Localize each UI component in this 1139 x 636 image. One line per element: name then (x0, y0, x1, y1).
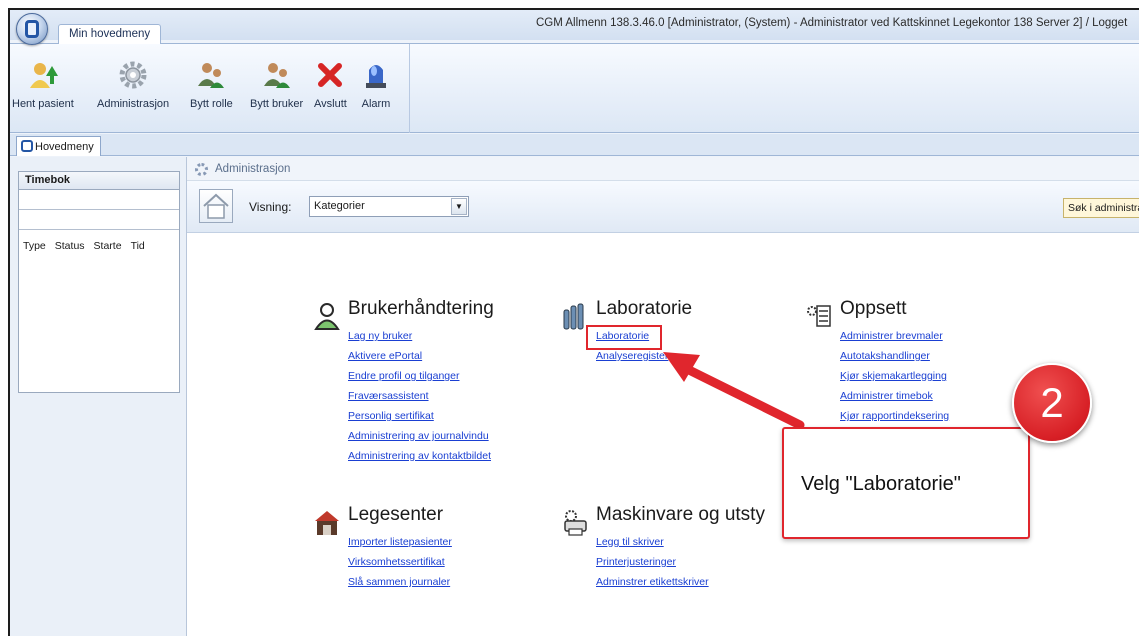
category-title: Oppsett (840, 298, 907, 319)
close-x-icon (318, 63, 343, 87)
app-menu-button[interactable] (16, 13, 48, 45)
visning-value: Kategorier (314, 200, 365, 212)
link-fravaersassistent[interactable]: Fraværsassistent (348, 386, 494, 406)
ribbon-group: Hent pasient Administrasjon Bytt rolle B… (10, 44, 410, 133)
admin-toolbar: Visning: Kategorier ▼ Søk i administra (187, 181, 1139, 233)
link-administrer-timebok[interactable]: Administrer timebok (840, 386, 949, 406)
column-header[interactable]: Starte (94, 240, 122, 252)
users-swap-icon (198, 63, 225, 88)
building-icon (315, 511, 339, 535)
administrasjon-button[interactable]: Administrasjon (97, 60, 169, 110)
avslutt-button[interactable]: Avslutt (314, 60, 347, 110)
bytt-bruker-label: Bytt bruker (250, 98, 304, 110)
timebok-panel: Timebok Type Status Starte Tid (18, 171, 180, 393)
ribbon-tab-min-hovedmeny[interactable]: Min hovedmeny (58, 24, 162, 44)
link-administrering-journalvindu[interactable]: Administrering av journalvindu (348, 426, 494, 446)
title-bar: CGM Allmenn 138.3.46.0 [Administrator, (… (10, 10, 1139, 40)
chevron-down-icon[interactable]: ▼ (451, 198, 467, 215)
category-title: Laboratorie (596, 298, 693, 319)
link-virksomhetssertifikat[interactable]: Virksomhetssertifikat (348, 552, 452, 572)
category-brukerhandtering: Brukerhåndtering Lag ny bruker Aktivere … (314, 298, 494, 466)
bytt-rolle-label: Bytt rolle (190, 98, 233, 110)
administrasjon-label: Administrasjon (97, 98, 170, 110)
column-header[interactable]: Status (55, 240, 85, 252)
panel-title-bar: Administrasjon (187, 157, 1139, 181)
callout-text: Velg "Laboratorie" (801, 473, 961, 495)
link-lag-ny-bruker[interactable]: Lag ny bruker (348, 326, 494, 346)
instruction-callout: Velg "Laboratorie" (782, 427, 1030, 539)
printer-icon (564, 510, 587, 536)
link-importer-listepasienter[interactable]: Importer listepasienter (348, 532, 452, 552)
alarm-label: Alarm (361, 98, 391, 110)
gear-icon (195, 163, 208, 176)
category-title: Legesenter (348, 504, 444, 525)
link-sla-sammen-journaler[interactable]: Slå sammen journaler (348, 572, 452, 592)
user-icon (314, 303, 340, 330)
category-legesenter: Legesenter Importer listepasienter Virks… (315, 504, 452, 592)
link-kjor-skjemakartlegging[interactable]: Kjør skjemakartlegging (840, 366, 949, 386)
link-legg-til-skriver[interactable]: Legg til skriver (596, 532, 765, 552)
timebok-column-headers: Type Status Starte Tid (19, 230, 179, 252)
column-header[interactable]: Type (23, 240, 46, 252)
link-kjor-rapportindeksering[interactable]: Kjør rapportindeksering (840, 406, 949, 426)
bytt-rolle-button[interactable]: Bytt rolle (190, 60, 233, 110)
bytt-bruker-button[interactable]: Bytt bruker (250, 60, 303, 110)
users-swap-icon (263, 63, 290, 88)
document-tabs: Hovedmeny (10, 134, 1139, 156)
test-tubes-icon (563, 303, 584, 330)
step-number-badge: 2 (1012, 363, 1092, 443)
timebok-title: Timebok (19, 172, 179, 190)
category-title: Maskinvare og utsty (596, 504, 765, 525)
timebok-date-field[interactable] (19, 190, 179, 210)
ribbon: Hent pasient Administrasjon Bytt rolle B… (10, 43, 1139, 133)
settings-list-icon (807, 305, 831, 327)
link-adminstrer-etikettskriver[interactable]: Adminstrer etikettskriver (596, 572, 765, 592)
link-endre-profil[interactable]: Endre profil og tilganger (348, 366, 494, 386)
home-icon (203, 193, 229, 219)
tab-hovedmeny-label: Hovedmeny (35, 141, 94, 153)
hent-pasient-label: Hent pasient (12, 98, 74, 110)
person-arrow-icon (29, 63, 58, 88)
app-logo-icon (21, 140, 33, 152)
link-personlig-sertifikat[interactable]: Personlig sertifikat (348, 406, 494, 426)
home-button[interactable] (199, 189, 233, 223)
panel-title: Administrasjon (215, 163, 291, 175)
avslutt-label: Avslutt (314, 98, 347, 110)
link-printerjusteringer[interactable]: Printerjusteringer (596, 552, 765, 572)
category-oppsett: Oppsett Administrer brevmaler Autotaksha… (807, 298, 949, 426)
column-header[interactable]: Tid (131, 240, 145, 252)
timebok-filter-field[interactable] (19, 210, 179, 230)
category-maskinvare: Maskinvare og utsty Legg til skriver Pri… (564, 504, 765, 592)
admin-search-input[interactable]: Søk i administra (1063, 198, 1139, 218)
link-aktivere-eportal[interactable]: Aktivere ePortal (348, 346, 494, 366)
gear-icon (119, 61, 147, 89)
app-window: CGM Allmenn 138.3.46.0 [Administrator, (… (8, 8, 1139, 636)
tab-hovedmeny[interactable]: Hovedmeny (16, 136, 101, 156)
link-administrer-brevmaler[interactable]: Administrer brevmaler (840, 326, 949, 346)
left-pane: Timebok Type Status Starte Tid (10, 157, 186, 636)
category-title: Brukerhåndtering (348, 298, 494, 319)
alarm-light-icon (366, 65, 386, 88)
hent-pasient-button[interactable]: Hent pasient (12, 60, 74, 110)
app-logo-icon (25, 20, 39, 38)
highlight-box (586, 325, 662, 350)
link-administrering-kontaktbildet[interactable]: Administrering av kontaktbildet (348, 446, 494, 466)
alarm-button[interactable]: Alarm (361, 60, 391, 110)
visning-label: Visning: (249, 200, 292, 214)
link-autotakshandlinger[interactable]: Autotakshandlinger (840, 346, 949, 366)
visning-select[interactable]: Kategorier ▼ (309, 196, 469, 217)
window-title: CGM Allmenn 138.3.46.0 [Administrator, (… (536, 17, 1128, 29)
